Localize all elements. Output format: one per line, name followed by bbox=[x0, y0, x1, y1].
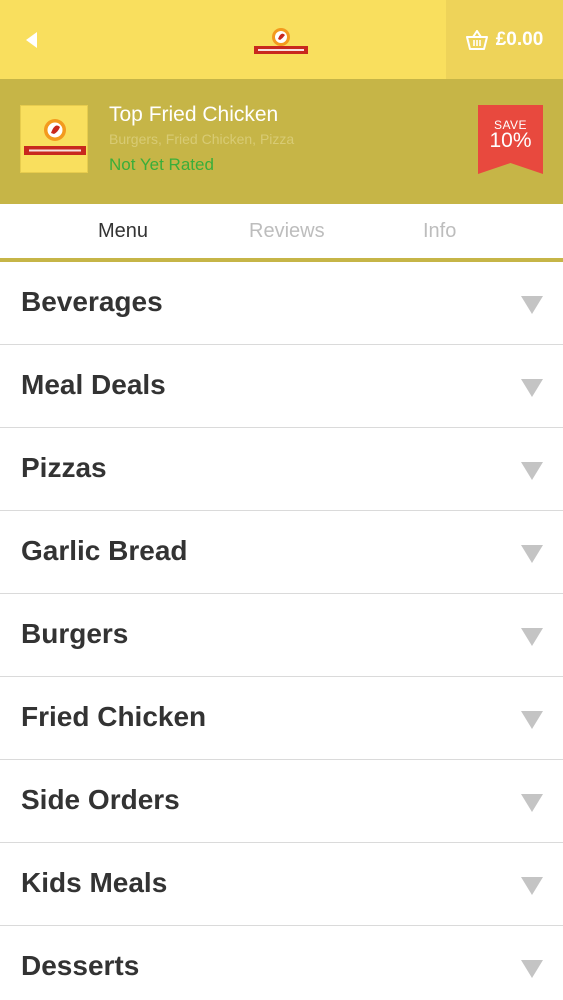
back-button[interactable] bbox=[14, 22, 50, 58]
tab-info[interactable]: Info bbox=[423, 220, 456, 243]
restaurant-logo bbox=[20, 105, 88, 173]
brand-logo bbox=[254, 28, 308, 54]
category-label: Burgers bbox=[21, 618, 129, 649]
tab-bar: Menu Reviews Info bbox=[0, 204, 563, 262]
category-label: Side Orders bbox=[21, 784, 180, 815]
chevron-down-icon bbox=[521, 628, 543, 646]
category-meal-deals[interactable]: Meal Deals bbox=[0, 345, 563, 428]
chevron-down-icon bbox=[521, 545, 543, 563]
category-beverages[interactable]: Beverages bbox=[0, 262, 563, 345]
restaurant-name: Top Fried Chicken bbox=[109, 103, 279, 126]
category-pizzas[interactable]: Pizzas bbox=[0, 428, 563, 511]
chevron-down-icon bbox=[521, 379, 543, 397]
category-label: Kids Meals bbox=[21, 867, 168, 898]
category-label: Desserts bbox=[21, 950, 140, 981]
save-percent: 10% bbox=[489, 129, 532, 152]
tab-reviews[interactable]: Reviews bbox=[249, 220, 325, 243]
chevron-down-icon bbox=[521, 711, 543, 729]
category-label: Meal Deals bbox=[21, 369, 166, 400]
category-desserts[interactable]: Desserts bbox=[0, 926, 563, 1000]
chevron-down-icon bbox=[521, 960, 543, 978]
back-arrow-icon bbox=[26, 32, 37, 48]
chevron-down-icon bbox=[521, 794, 543, 812]
rating-text: Not Yet Rated bbox=[109, 155, 214, 174]
category-burgers[interactable]: Burgers bbox=[0, 594, 563, 677]
top-header: £0.00 bbox=[0, 0, 563, 79]
category-fried-chicken[interactable]: Fried Chicken bbox=[0, 677, 563, 760]
basket-button[interactable]: £0.00 bbox=[446, 0, 563, 79]
category-label: Fried Chicken bbox=[21, 701, 207, 732]
category-kids-meals[interactable]: Kids Meals bbox=[0, 843, 563, 926]
discount-badge: SAVE 10% bbox=[478, 105, 543, 174]
category-side-orders[interactable]: Side Orders bbox=[0, 760, 563, 843]
menu-category-list: Beverages Meal Deals Pizzas Garlic Bread… bbox=[0, 262, 563, 1000]
basket-total: £0.00 bbox=[495, 28, 544, 50]
category-label: Beverages bbox=[21, 286, 163, 317]
chevron-down-icon bbox=[521, 877, 543, 895]
basket-icon bbox=[465, 29, 488, 50]
chicken-logo-icon bbox=[24, 119, 86, 155]
category-label: Garlic Bread bbox=[21, 535, 188, 566]
category-label: Pizzas bbox=[21, 452, 107, 483]
tab-menu[interactable]: Menu bbox=[98, 220, 148, 243]
chevron-down-icon bbox=[521, 296, 543, 314]
chevron-down-icon bbox=[521, 462, 543, 480]
category-garlic-bread[interactable]: Garlic Bread bbox=[0, 511, 563, 594]
cuisine-list: Burgers, Fried Chicken, Pizza bbox=[109, 131, 295, 147]
